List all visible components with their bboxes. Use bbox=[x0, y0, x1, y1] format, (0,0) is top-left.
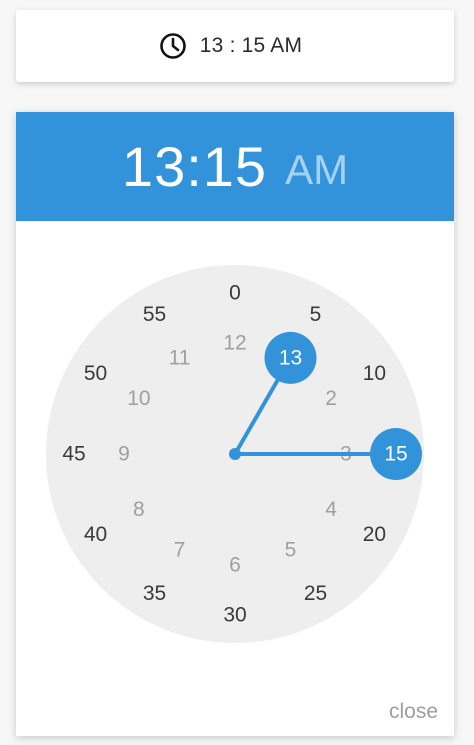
minute-label-25[interactable]: 25 bbox=[304, 582, 327, 605]
time-input[interactable]: 13 : 15 AM bbox=[16, 10, 454, 82]
time-input-value: 13 : 15 AM bbox=[199, 34, 303, 57]
clock-icon bbox=[158, 31, 188, 61]
close-button[interactable]: close bbox=[389, 700, 438, 724]
header-ampm[interactable]: AM bbox=[285, 146, 348, 194]
selected-hour-label: 13 bbox=[279, 346, 302, 369]
header-time[interactable]: 13:15 bbox=[122, 134, 267, 199]
hour-label-2[interactable]: 2 bbox=[325, 387, 337, 410]
selected-minute-label: 15 bbox=[384, 443, 407, 466]
hour-label-8[interactable]: 8 bbox=[133, 498, 145, 521]
minute-label-30[interactable]: 30 bbox=[223, 604, 246, 627]
minute-label-5[interactable]: 5 bbox=[310, 303, 322, 326]
minute-label-55[interactable]: 55 bbox=[143, 303, 166, 326]
hour-label-11[interactable]: 11 bbox=[169, 346, 191, 369]
hour-label-7[interactable]: 7 bbox=[174, 539, 186, 562]
clock-dial[interactable]: 0510152025303540455055121234567891011131… bbox=[46, 265, 424, 643]
minute-label-50[interactable]: 50 bbox=[84, 362, 107, 385]
minute-label-20[interactable]: 20 bbox=[363, 523, 386, 546]
hour-label-4[interactable]: 4 bbox=[325, 498, 337, 521]
minute-label-35[interactable]: 35 bbox=[143, 582, 166, 605]
hour-label-10[interactable]: 10 bbox=[127, 387, 150, 410]
time-picker-dialog: 13:15 AM 0510152025303540455055121234567… bbox=[16, 112, 454, 736]
clock-dial-svg[interactable]: 0510152025303540455055121234567891011131… bbox=[46, 265, 424, 643]
picker-header: 13:15 AM bbox=[16, 112, 454, 221]
hour-label-5[interactable]: 5 bbox=[285, 539, 297, 562]
minute-label-10[interactable]: 10 bbox=[363, 362, 386, 385]
hour-label-6[interactable]: 6 bbox=[229, 554, 241, 577]
dial-center-dot bbox=[229, 448, 241, 460]
hour-label-12[interactable]: 12 bbox=[223, 332, 246, 355]
minute-label-45[interactable]: 45 bbox=[62, 443, 85, 466]
hour-label-9[interactable]: 9 bbox=[118, 443, 130, 466]
minute-label-40[interactable]: 40 bbox=[84, 523, 107, 546]
minute-label-0[interactable]: 0 bbox=[229, 282, 241, 305]
